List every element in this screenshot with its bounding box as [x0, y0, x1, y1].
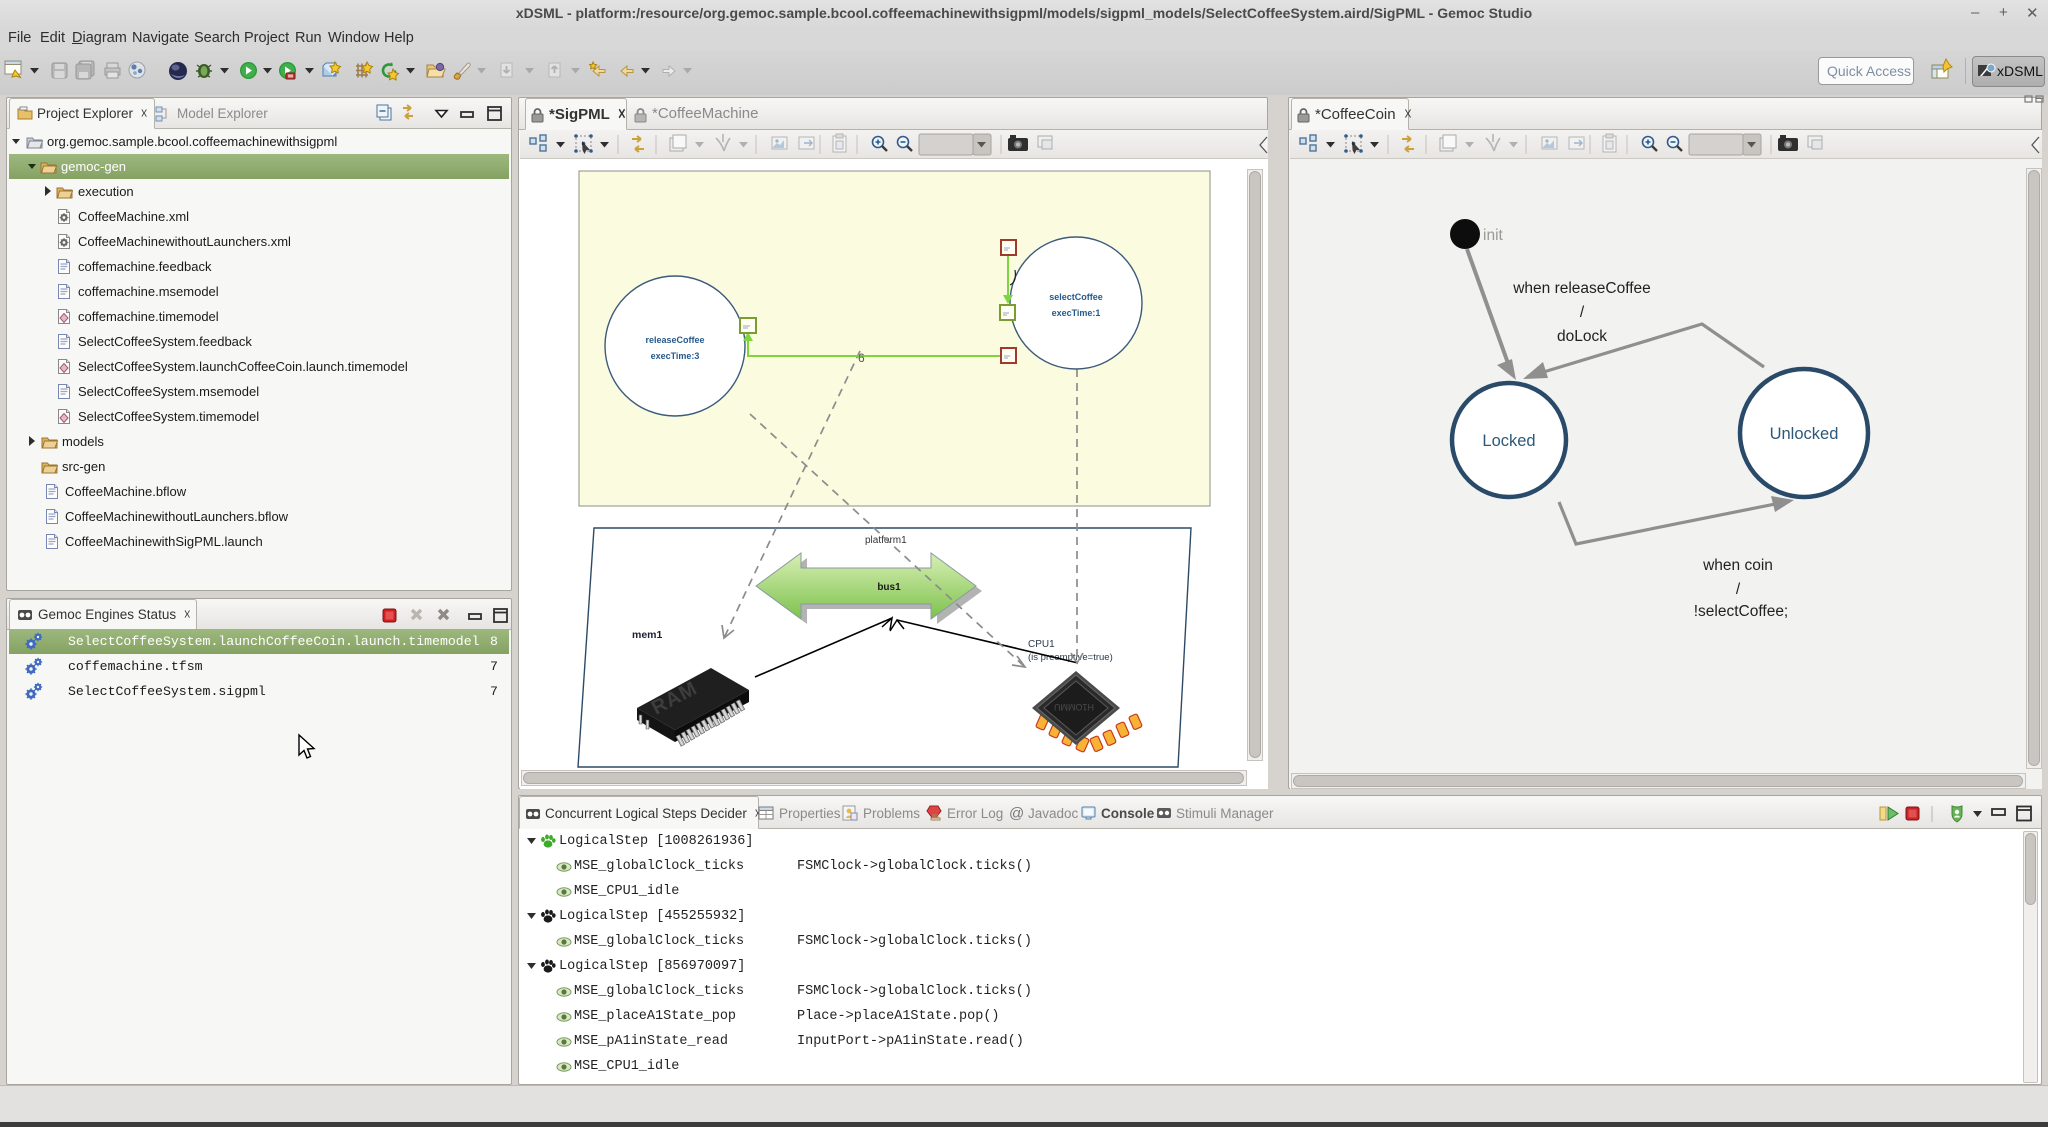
svg-text:/: /: [1580, 304, 1585, 321]
svg-text:H1OMMU: H1OMMU: [1054, 702, 1094, 712]
svg-text:6: 6: [858, 351, 865, 365]
svg-text:!selectCoffee;: !selectCoffee;: [1694, 603, 1789, 620]
svg-text:CPU1: CPU1: [1028, 639, 1055, 650]
svg-text:releaseCoffee: releaseCoffee: [645, 335, 704, 345]
svg-text:selectCoffee: selectCoffee: [1049, 292, 1103, 302]
svg-text:/: /: [1736, 581, 1741, 598]
svg-text:mem1: mem1: [632, 629, 663, 641]
svg-text:Unlocked: Unlocked: [1770, 425, 1839, 443]
svg-text:doLock: doLock: [1557, 328, 1607, 345]
svg-text:platform1: platform1: [865, 535, 907, 546]
svg-text:bus1: bus1: [877, 582, 901, 593]
svg-text:execTime:3: execTime:3: [651, 351, 700, 361]
svg-text:init: init: [1483, 227, 1504, 244]
svg-text:Locked: Locked: [1482, 432, 1535, 450]
svg-text:when coin: when coin: [1702, 557, 1773, 574]
svg-text:when releaseCoffee: when releaseCoffee: [1512, 280, 1651, 297]
svg-text:execTime:1: execTime:1: [1052, 308, 1101, 318]
